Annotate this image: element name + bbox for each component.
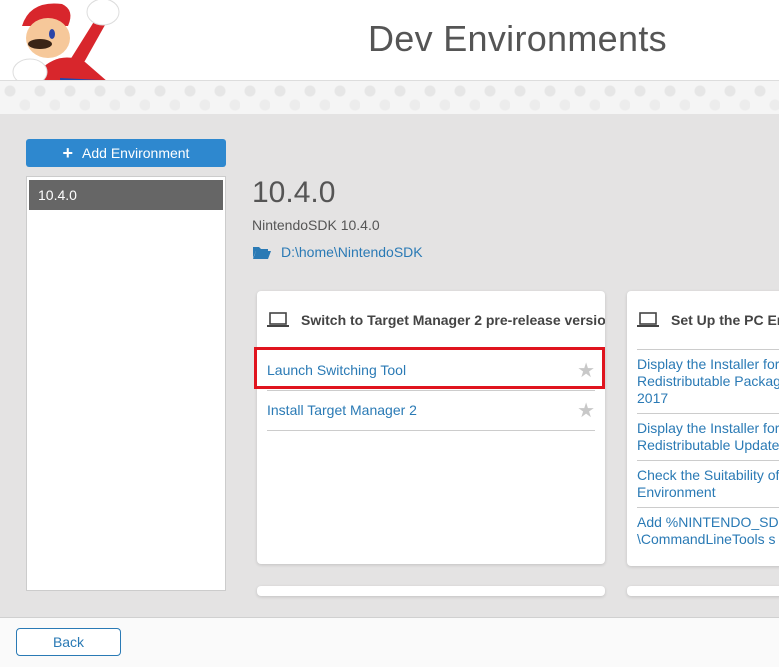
back-button[interactable]: Back — [16, 628, 121, 656]
link-line: Display the Installer for — [637, 420, 779, 436]
target-manager-card-header: Switch to Target Manager 2 pre-release v… — [257, 291, 605, 349]
add-environment-button[interactable]: + Add Environment — [26, 139, 226, 167]
display-installer-package-link[interactable]: Display the Installer for Redistributabl… — [637, 349, 779, 413]
install-target-manager-label: Install Target Manager 2 — [267, 402, 417, 418]
page-title: Dev Environments — [368, 18, 667, 59]
pc-environment-card-title: Set Up the PC Env — [671, 312, 779, 328]
pc-environment-card-header: Set Up the PC Env — [627, 291, 779, 349]
environment-path-label: D:\home\NintendoSDK — [281, 244, 423, 260]
decorative-pattern-banner — [0, 80, 779, 114]
link-line: \CommandLineTools s — [637, 531, 776, 547]
laptop-icon — [637, 312, 659, 327]
environment-sdk-name: NintendoSDK 10.4.0 — [252, 217, 380, 233]
environment-list-item-label: 10.4.0 — [38, 187, 77, 203]
link-line: 2017 — [637, 390, 669, 406]
star-icon[interactable]: ★ — [577, 398, 595, 423]
check-suitability-link[interactable]: Check the Suitability of Environment — [637, 460, 779, 507]
environment-list-item[interactable]: 10.4.0 — [29, 180, 223, 210]
back-button-label: Back — [52, 634, 85, 650]
launch-switching-tool-label: Launch Switching Tool — [267, 361, 407, 378]
add-environment-label: Add Environment — [82, 145, 190, 161]
target-manager-card: Switch to Target Manager 2 pre-release v… — [257, 291, 605, 564]
plus-icon: + — [62, 143, 74, 163]
launch-switching-tool-link[interactable]: Launch Switching Tool ★ — [267, 349, 595, 390]
header: Dev Environments — [0, 0, 779, 100]
link-line: Display the Installer for — [637, 356, 779, 372]
display-installer-update-link[interactable]: Display the Installer for Redistributabl… — [637, 413, 779, 460]
install-target-manager-link[interactable]: Install Target Manager 2 ★ — [267, 390, 595, 431]
laptop-icon — [267, 312, 289, 327]
environment-list: 10.4.0 — [26, 176, 226, 591]
next-card-top-edge — [627, 586, 779, 596]
link-line: Check the Suitability of — [637, 467, 779, 483]
pc-environment-card: Set Up the PC Env Display the Installer … — [627, 291, 779, 566]
target-manager-card-title: Switch to Target Manager 2 pre-release v… — [301, 312, 605, 328]
link-line: Redistributable Package — [637, 373, 779, 389]
next-card-top-edge — [257, 586, 605, 596]
link-line: Redistributable Update — [637, 437, 779, 453]
environment-path-link[interactable]: D:\home\NintendoSDK — [252, 244, 423, 260]
folder-open-icon — [253, 247, 271, 259]
add-nintendo-sdk-path-link[interactable]: Add %NINTENDO_SDK \CommandLineTools s — [637, 507, 779, 554]
environment-version-title: 10.4.0 — [252, 176, 336, 209]
link-line: Add %NINTENDO_SDK — [637, 514, 779, 530]
star-icon[interactable]: ★ — [577, 358, 595, 383]
link-line: Environment — [637, 484, 716, 500]
